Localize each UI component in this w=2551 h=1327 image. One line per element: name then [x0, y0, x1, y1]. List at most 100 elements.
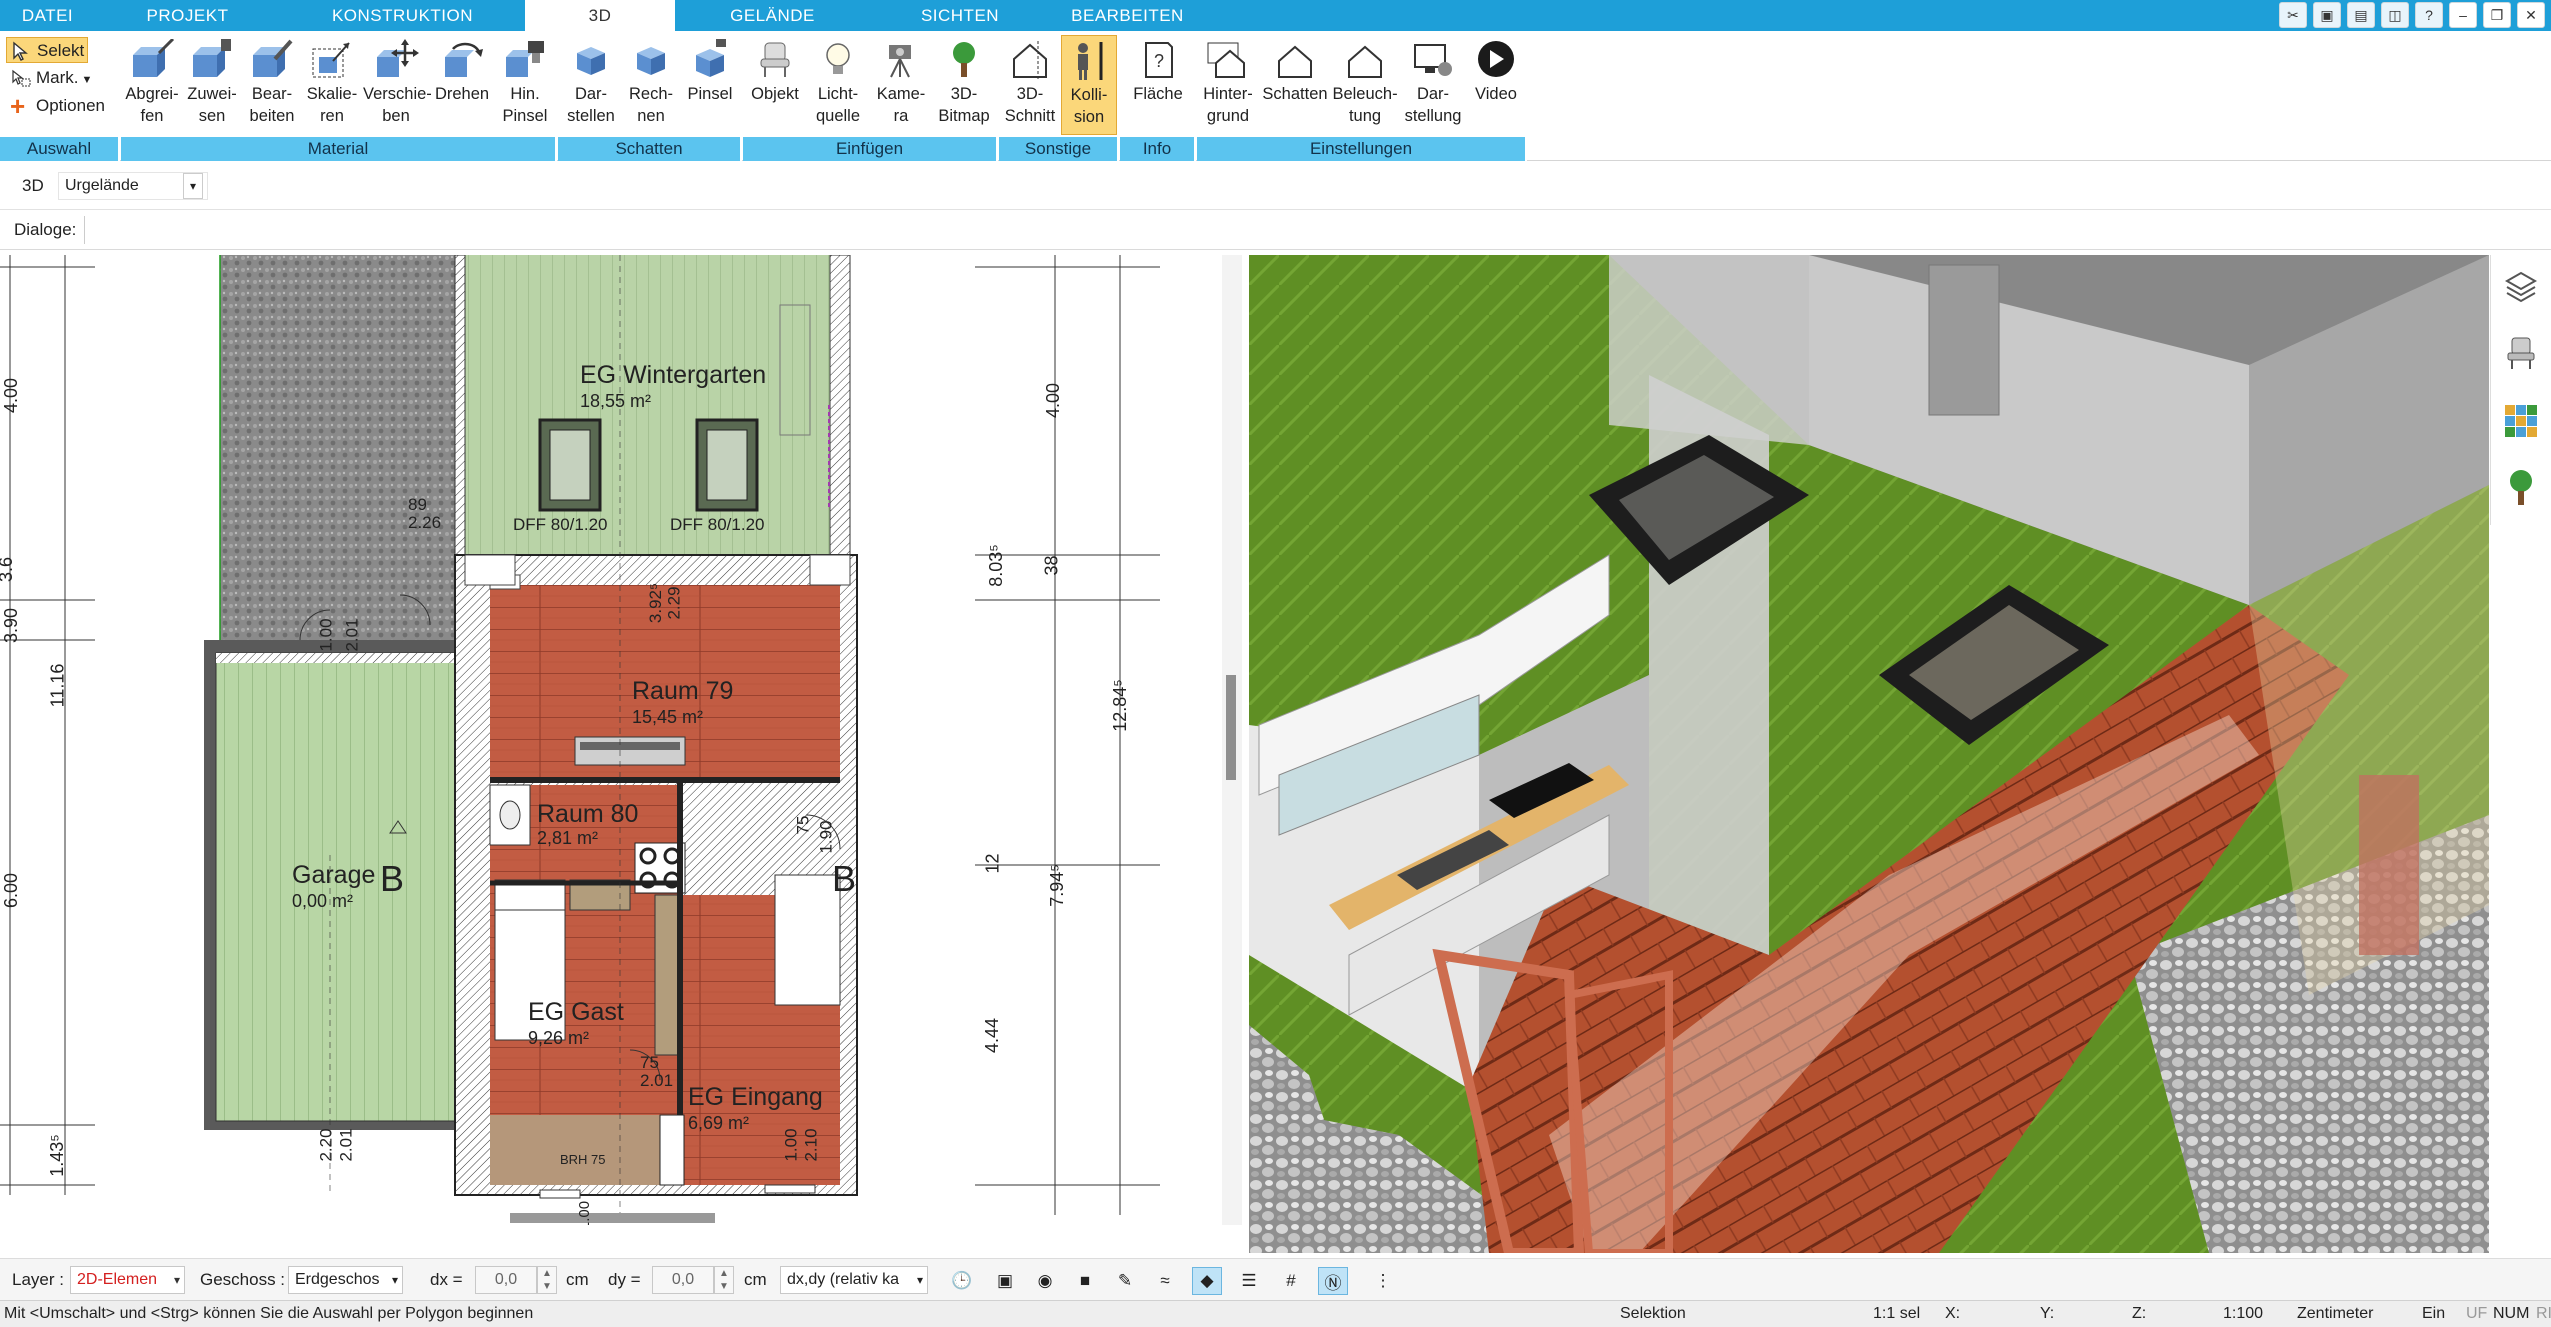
- plane-icon[interactable]: ◆: [1192, 1267, 1222, 1295]
- lighting-button[interactable]: Beleuch- tung: [1331, 35, 1399, 135]
- tab-projekt[interactable]: PROJEKT: [95, 0, 280, 31]
- geschoss-select[interactable]: Erdgeschos ▾: [288, 1266, 403, 1294]
- dim-inner-8: 75: [640, 1053, 659, 1072]
- shadow-show-button[interactable]: Dar- stellen: [562, 35, 620, 135]
- dim-right-inner-0: 4.00: [1043, 382, 1064, 419]
- grid-icon[interactable]: #: [1276, 1267, 1306, 1295]
- tab-datei[interactable]: DATEI: [0, 0, 95, 31]
- insert-object-button[interactable]: Objekt: [745, 35, 805, 135]
- clock-icon[interactable]: 🕒: [947, 1267, 977, 1295]
- shadow-brush-button[interactable]: Pinsel: [682, 35, 738, 135]
- materials-icon[interactable]: [2503, 403, 2539, 439]
- minimize-icon[interactable]: –: [2449, 2, 2477, 28]
- area-button[interactable]: ? Fläche: [1126, 35, 1190, 135]
- layers-icon[interactable]: [2503, 267, 2539, 303]
- group-auswahl: Selekt Mark. ▼ + Optionen Auswahl: [0, 31, 120, 161]
- room-label-eg-gast: EG Gast: [528, 998, 624, 1026]
- monitor-icon: [1414, 44, 1452, 76]
- insert-camera-button[interactable]: Kame- ra: [871, 35, 931, 135]
- section-3d-button[interactable]: 3D- Schnitt: [1001, 35, 1059, 135]
- shadow-settings-button[interactable]: Schatten: [1261, 35, 1329, 135]
- furniture-icon[interactable]: [2503, 335, 2539, 371]
- dx-input[interactable]: 0,0: [475, 1266, 537, 1294]
- material-scale-label: Skalie- ren: [306, 85, 358, 125]
- shadow-calc-button[interactable]: Rech- nen: [622, 35, 680, 135]
- background-button[interactable]: Hinter- grund: [1197, 35, 1259, 135]
- help-icon[interactable]: ?: [2415, 2, 2443, 28]
- tab-gelaende[interactable]: GELÄNDE: [675, 0, 870, 31]
- material-assign-button[interactable]: Zuwei- sen: [183, 35, 241, 135]
- material-edit-button[interactable]: Bear- beiten: [243, 35, 301, 135]
- material-rotate-button[interactable]: Drehen: [431, 35, 493, 135]
- dim-left-5: 3.6: [0, 556, 17, 583]
- brush-icon: [506, 41, 544, 77]
- status-y: Y:: [2040, 1305, 2055, 1322]
- room-label-eg-eingang: EG Eingang: [688, 1083, 823, 1111]
- coord-mode-select[interactable]: dx,dy (relativ ka ▾: [780, 1266, 928, 1294]
- dim-left-4: 3.90: [1, 607, 22, 644]
- folder-icon[interactable]: ▣: [2313, 2, 2341, 28]
- dim-inner-10: 2.20: [316, 1128, 336, 1162]
- material-brush-button[interactable]: Hin. Pinsel: [495, 35, 555, 135]
- close-icon[interactable]: ✕: [2517, 2, 2545, 28]
- terrain-value: Urgelände: [65, 177, 139, 194]
- layer-select[interactable]: 2D-Elemen ▾: [70, 1266, 185, 1294]
- mark-label: Mark.: [36, 68, 79, 87]
- more-icon[interactable]: ⋮: [1368, 1267, 1398, 1295]
- maximize-icon[interactable]: ❐: [2483, 2, 2511, 28]
- model-3d-render[interactable]: [1249, 255, 2489, 1253]
- view-3d[interactable]: [1249, 255, 2489, 1253]
- pen-icon[interactable]: ✎: [1110, 1267, 1140, 1295]
- house-light-icon: [1348, 45, 1382, 78]
- material-pick-button[interactable]: Abgrei- fen: [123, 35, 181, 135]
- north-icon[interactable]: Ⓝ: [1318, 1267, 1348, 1295]
- camera-icon: [889, 45, 911, 78]
- camera-small-icon[interactable]: ◉: [1030, 1267, 1060, 1295]
- group-info: ? Fläche Info: [1120, 31, 1196, 161]
- chevron-down-icon[interactable]: ▾: [183, 173, 203, 199]
- tab-konstruktion[interactable]: KONSTRUKTION: [280, 0, 525, 31]
- view-toolbar: 3D Urgelände ▾: [0, 162, 2551, 210]
- room-label-raum79: Raum 79: [632, 677, 734, 705]
- tab-3d[interactable]: 3D: [525, 0, 675, 31]
- options-button[interactable]: + Optionen: [6, 93, 116, 119]
- material-scale-button[interactable]: Skalie- ren: [303, 35, 361, 135]
- dim-inner-15: 1.00: [576, 1200, 594, 1225]
- scroll-thumb[interactable]: [1226, 675, 1236, 780]
- tools-icon[interactable]: ✂: [2279, 2, 2307, 28]
- mark-icon: [12, 69, 31, 87]
- plants-icon[interactable]: [2503, 467, 2539, 507]
- layout-icon[interactable]: ◫: [2381, 2, 2409, 28]
- box-icon[interactable]: ■: [1070, 1267, 1100, 1295]
- dim-inner-5: 2.29: [664, 586, 684, 620]
- mark-button[interactable]: Mark. ▼: [6, 65, 106, 91]
- wave-icon[interactable]: ≈: [1150, 1267, 1180, 1295]
- dy-input[interactable]: 0,0: [652, 1266, 714, 1294]
- material-brush-label: Hin. Pinsel: [502, 85, 548, 125]
- floor-plan-2d[interactable]: EG Wintergarten 18,55 m² DFF 80/1.20 DFF…: [0, 255, 1222, 1225]
- video-button[interactable]: Video: [1467, 35, 1525, 135]
- group-label-einstellungen: Einstellungen: [1197, 137, 1527, 161]
- dim-inner-1: 2.26: [408, 513, 442, 532]
- dim-inner-4: 3.92⁵: [646, 582, 666, 624]
- plan-vertical-scrollbar[interactable]: [1222, 255, 1242, 1225]
- select-button[interactable]: Selekt: [6, 37, 88, 63]
- terrain-select[interactable]: Urgelände ▾: [58, 172, 208, 200]
- layers-small-icon[interactable]: ☰: [1234, 1267, 1264, 1295]
- insert-light-button[interactable]: Licht- quelle: [807, 35, 869, 135]
- material-move-button[interactable]: Verschie- ben: [363, 35, 432, 135]
- insert-object-label: Objekt: [751, 85, 799, 103]
- dim-inner-14: BRH 75: [560, 1152, 606, 1167]
- room-area-raum79: 15,45 m²: [632, 707, 704, 727]
- dy-stepper[interactable]: ▲ ▼: [714, 1266, 734, 1294]
- room-label-wintergarten: EG Wintergarten: [580, 361, 767, 389]
- window-icon[interactable]: ▤: [2347, 2, 2375, 28]
- display-button[interactable]: Dar- stellung: [1401, 35, 1465, 135]
- tab-sichten[interactable]: SICHTEN: [870, 0, 1050, 31]
- dx-stepper[interactable]: ▲ ▼: [537, 1266, 557, 1294]
- tab-bearbeiten[interactable]: BEARBEITEN: [1050, 0, 1205, 31]
- collision-button[interactable]: Kolli- sion: [1061, 35, 1117, 135]
- chevron-down-icon: ▾: [916, 1273, 923, 1287]
- insert-bitmap-button[interactable]: 3D- Bitmap: [933, 35, 995, 135]
- screen-icon[interactable]: ▣: [990, 1267, 1020, 1295]
